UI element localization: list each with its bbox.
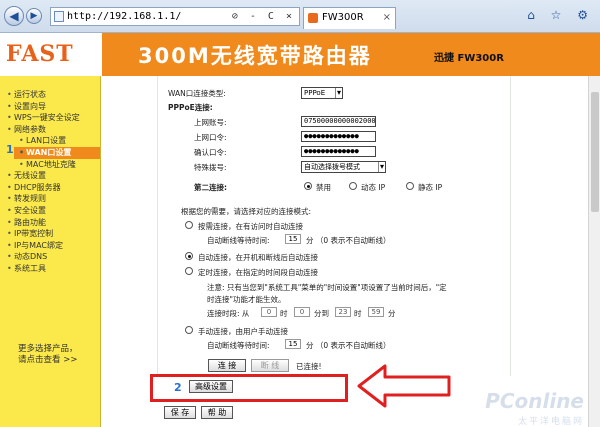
sidebar-item[interactable]: 系统工具 bbox=[7, 263, 100, 275]
tab-title: FW300R bbox=[322, 12, 364, 23]
mode-ondemand-idle-label: 自动断线等待时间: bbox=[207, 236, 270, 245]
second-disable-label: 禁用 bbox=[316, 183, 331, 192]
sidebar-item[interactable]: IP与MAC绑定 bbox=[7, 240, 100, 252]
page-title: 300M无线宽带路由器 bbox=[138, 44, 372, 68]
timed-start-hour[interactable]: 0 bbox=[261, 307, 277, 317]
toolbar-icons[interactable]: ⌂ ☆ ⚙ bbox=[527, 8, 594, 22]
sidebar-menu: 运行状态设置向导WPS一键安全设定网络参数LAN口设置WAN口设置MAC地址克隆… bbox=[7, 89, 100, 275]
mode-manual-radio[interactable] bbox=[185, 326, 193, 334]
password-input[interactable]: ●●●●●●●●●●●●● bbox=[301, 131, 376, 142]
second-dynamic-radio[interactable] bbox=[349, 182, 357, 190]
sidebar: 运行状态设置向导WPS一键安全设定网络参数LAN口设置WAN口设置MAC地址克隆… bbox=[0, 76, 101, 427]
favicon-icon bbox=[308, 13, 318, 23]
sidebar-item[interactable]: 安全设置 bbox=[7, 205, 100, 217]
second-disable-radio[interactable] bbox=[304, 182, 312, 190]
highlight-box bbox=[150, 374, 348, 402]
sidebar-item[interactable]: LAN口设置 bbox=[14, 135, 100, 147]
router-header: FAST 300M无线宽带路由器 迅捷 FW300R bbox=[0, 33, 600, 76]
sidebar-item[interactable]: WPS一键安全设定 bbox=[7, 112, 100, 124]
page-scrollbar[interactable] bbox=[588, 76, 600, 427]
url-text: http://192.168.1.1/ bbox=[67, 11, 182, 22]
watermark-brand: PConline bbox=[485, 389, 584, 413]
mode-timed-label: 定时连接，在指定的时间段自动连接 bbox=[198, 268, 318, 277]
help-line-2: 请点击查看 >> bbox=[18, 355, 78, 365]
sidebar-item[interactable]: WAN口设置 bbox=[14, 146, 100, 159]
confirm-label: 确认口令: bbox=[194, 148, 227, 157]
step-1-label: 1 bbox=[6, 143, 14, 156]
fast-logo: FAST bbox=[0, 33, 102, 76]
scrollbar-thumb[interactable] bbox=[591, 92, 599, 212]
mode-ondemand-label: 按需连接，在有访问时自动连接 bbox=[198, 222, 303, 231]
sidebar-item[interactable]: MAC地址克隆 bbox=[14, 159, 100, 171]
mode-intro: 根据您的需要，请选择对应的连接模式: bbox=[181, 207, 312, 216]
save-button[interactable]: 保 存 bbox=[164, 406, 196, 419]
sidebar-item[interactable]: 转发规则 bbox=[7, 193, 100, 205]
wan-type-select[interactable]: PPPoE bbox=[301, 87, 343, 99]
second-dynamic-label: 动态 IP bbox=[361, 183, 386, 192]
second-connection-label: 第二连接: bbox=[194, 183, 227, 192]
mode-timed-note-2: 时连接"功能才能生效。 bbox=[207, 295, 286, 304]
mode-auto-label: 自动连接，在开机和断线后自动连接 bbox=[198, 253, 318, 262]
account-label: 上网账号: bbox=[194, 118, 227, 127]
sidebar-item[interactable]: 网络参数 bbox=[7, 124, 100, 136]
sidebar-item[interactable]: 路由功能 bbox=[7, 217, 100, 229]
forward-button[interactable]: ▶ bbox=[26, 8, 42, 24]
sidebar-item[interactable]: 无线设置 bbox=[7, 170, 100, 182]
mode-ondemand-idle-input[interactable]: 15 bbox=[285, 234, 301, 244]
mode-timed-time-label: 连接时段: 从 bbox=[207, 309, 250, 318]
mode-ondemand-idle-unit: 分 （0 表示不自动断线） bbox=[306, 236, 391, 245]
mode-auto-radio[interactable] bbox=[185, 252, 193, 260]
help-button[interactable]: 帮 助 bbox=[201, 406, 233, 419]
wan-settings-panel: WAN口连接类型: PPPoE PPPoE连接: 上网账号: 075000000… bbox=[157, 76, 511, 376]
sidebar-item[interactable]: 动态DNS bbox=[7, 251, 100, 263]
mode-timed-radio[interactable] bbox=[185, 267, 193, 275]
sidebar-item[interactable]: 设置向导 bbox=[7, 101, 100, 113]
connect-button[interactable]: 连 接 bbox=[208, 359, 246, 372]
sidebar-item[interactable]: IP带宽控制 bbox=[7, 228, 100, 240]
left-arrow-icon bbox=[357, 364, 451, 408]
dial-select[interactable]: 自动选择拨号模式 bbox=[301, 161, 386, 173]
mode-manual-label: 手动连接，由用户手动连接 bbox=[198, 327, 288, 336]
sidebar-item[interactable]: DHCP服务器 bbox=[7, 182, 100, 194]
second-static-label: 静态 IP bbox=[418, 183, 443, 192]
back-button[interactable]: ◀ bbox=[4, 6, 24, 26]
timed-end-minute[interactable]: 59 bbox=[368, 307, 384, 317]
timed-end-hour[interactable]: 23 bbox=[335, 307, 351, 317]
disconnect-button[interactable]: 断 线 bbox=[251, 359, 289, 372]
mode-timed-note-1: 注意: 只有当您到"系统工具"菜单的"时间设置"项设置了当前时间后，"定 bbox=[207, 283, 447, 292]
wan-type-label: WAN口连接类型: bbox=[168, 89, 226, 98]
mode-manual-idle-input[interactable]: 15 bbox=[285, 339, 301, 349]
help-line-1: 更多选择产品， bbox=[18, 344, 78, 354]
mode-ondemand-radio[interactable] bbox=[185, 221, 193, 229]
confirm-input[interactable]: ●●●●●●●●●●●●● bbox=[301, 146, 376, 157]
sidebar-item[interactable]: 运行状态 bbox=[7, 89, 100, 101]
unit-minute-2: 分 bbox=[388, 309, 396, 318]
account-input[interactable]: 07500000000002000 bbox=[301, 116, 376, 127]
unit-minute-to: 分到 bbox=[314, 309, 329, 318]
connection-status: 已连接! bbox=[296, 362, 322, 371]
dial-label: 特殊拨号: bbox=[194, 163, 227, 172]
logo-text: FAST bbox=[6, 41, 74, 67]
timed-start-minute[interactable]: 0 bbox=[294, 307, 310, 317]
browser-tab[interactable]: FW300R × bbox=[303, 7, 396, 29]
mode-manual-idle-unit: 分 （0 表示不自动断线） bbox=[306, 341, 391, 350]
page-icon bbox=[54, 11, 64, 22]
browser-chrome: ◀ ▶ http://192.168.1.1/ ⊘ - C × FW300R ×… bbox=[0, 0, 600, 33]
pppoe-heading: PPPoE连接: bbox=[168, 103, 213, 112]
tab-close-icon[interactable]: × bbox=[383, 8, 391, 28]
watermark-sub: 太平洋电脑网 bbox=[517, 417, 584, 427]
password-label: 上网口令: bbox=[194, 133, 227, 142]
mode-manual-idle-label: 自动断线等待时间: bbox=[207, 341, 270, 350]
address-bar[interactable]: http://192.168.1.1/ ⊘ - C × bbox=[50, 7, 300, 26]
more-products-link[interactable]: 更多选择产品， 请点击查看 >> bbox=[18, 344, 78, 366]
unit-hour-2: 时 bbox=[354, 309, 362, 318]
second-static-radio[interactable] bbox=[406, 182, 414, 190]
unit-hour-1: 时 bbox=[280, 309, 288, 318]
address-buttons[interactable]: ⊘ - C × bbox=[232, 8, 295, 25]
model-name: 迅捷 FW300R bbox=[434, 53, 504, 64]
